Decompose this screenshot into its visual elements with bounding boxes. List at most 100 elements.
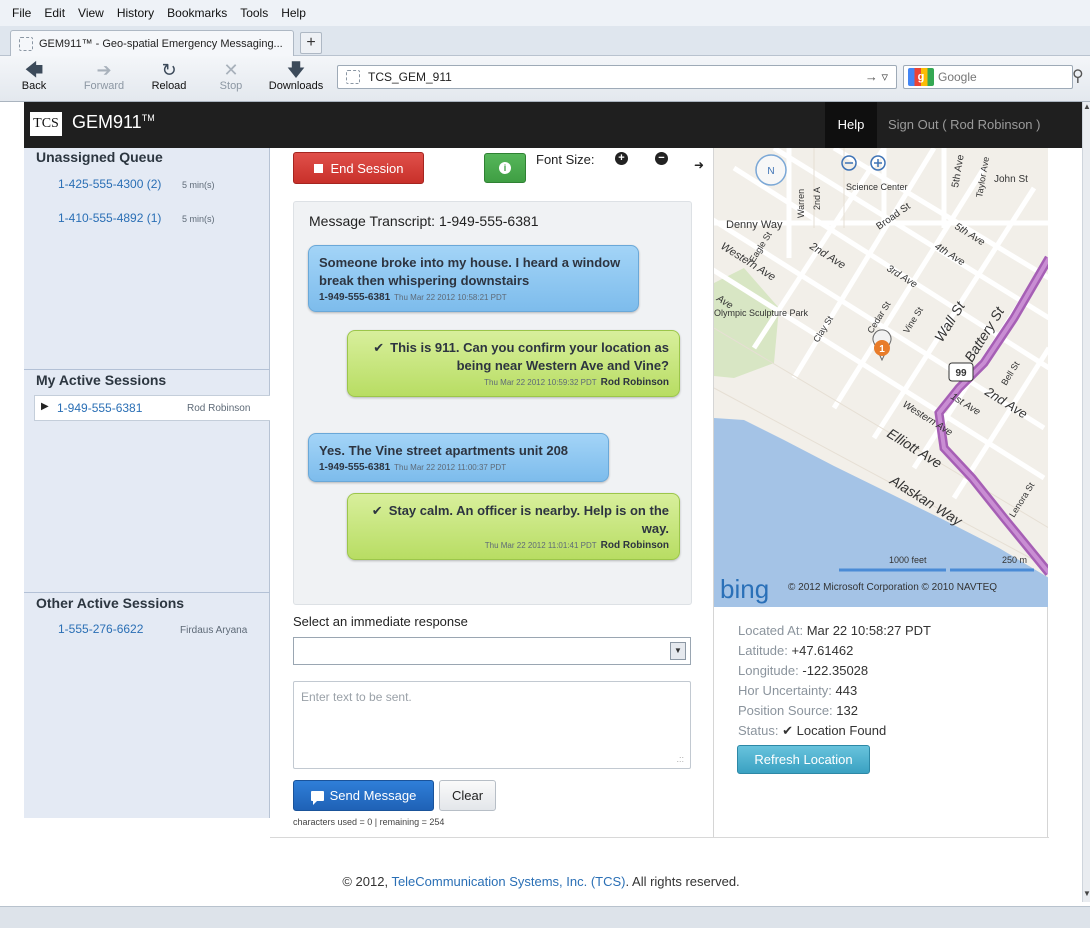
new-tab-button[interactable]: + (300, 32, 322, 54)
location-map[interactable]: 99 John St 2nd A Warren Denny Way Broad … (713, 148, 1048, 607)
forward-button[interactable]: ➔ Forward (76, 60, 132, 98)
other-session-agent: Firdaus Aryana (180, 625, 248, 636)
active-session-row[interactable]: ▶ 1-949-555-6381 Rod Robinson (34, 395, 270, 421)
resize-grip-icon[interactable]: .:: (676, 754, 684, 764)
position-source-row: Position Source: 132 (738, 703, 858, 718)
send-message-button[interactable]: Send Message (293, 780, 434, 811)
stop-label: Stop (219, 80, 243, 92)
browser-navbar: 🡄 Back ➔ Forward ↻ Reload ✕ Stop 🡇 Downl… (0, 56, 1090, 102)
brand-name: GEM911 (72, 112, 142, 132)
session-queue-panel: Unassigned Queue 1-425-555-4300 (2) 5 mi… (24, 148, 270, 818)
search-box[interactable]: g Google (903, 65, 1073, 89)
scroll-up-icon[interactable]: ▲ (1083, 102, 1090, 111)
page-scrollbar[interactable]: ▲ ▼ (1082, 102, 1090, 902)
scroll-down-icon[interactable]: ▼ (1083, 889, 1090, 898)
menu-history[interactable]: History (117, 6, 154, 20)
street-label: 2nd A (812, 187, 822, 210)
message-meta: Thu Mar 22 2012 10:59:32 PDT Rod Robinson (358, 377, 669, 388)
position-source-label: Position Source: (738, 703, 833, 718)
address-favicon-icon (346, 70, 360, 84)
refresh-location-button[interactable]: Refresh Location (737, 745, 870, 774)
forward-label: Forward (83, 80, 125, 92)
message-timestamp: Thu Mar 22 2012 11:00:37 PDT (394, 463, 507, 472)
street-label: John St (994, 174, 1028, 185)
reload-button[interactable]: ↻ Reload (146, 60, 192, 98)
latitude-value: +47.61462 (791, 643, 854, 658)
active-session-number[interactable]: 1-949-555-6381 (57, 401, 142, 415)
collapse-map-arrow-icon[interactable]: ➜ (694, 158, 704, 172)
message-meta: 1-949-555-6381 Thu Mar 22 2012 10:58:21 P… (319, 292, 628, 303)
downloads-label: Downloads (268, 80, 324, 92)
latitude-label: Latitude: (738, 643, 788, 658)
dropdown-arrow-icon[interactable]: ▼ (670, 642, 686, 660)
message-text: Someone broke into my house. I heard a w… (319, 255, 621, 288)
back-button[interactable]: 🡄 Back (14, 60, 54, 98)
status-check-icon: ✔ (782, 723, 793, 738)
queue-item[interactable]: 1-425-555-4300 (2) (58, 177, 161, 191)
location-details-panel: Located At: Mar 22 10:58:27 PDT Latitude… (713, 607, 1048, 838)
map-canvas[interactable]: 99 John St 2nd A Warren Denny Way Broad … (714, 148, 1048, 607)
other-session-number[interactable]: 1-555-276-6622 (58, 622, 143, 636)
longitude-label: Longitude: (738, 663, 799, 678)
font-increase-icon[interactable]: + (615, 152, 628, 165)
send-message-label: Send Message (329, 788, 417, 803)
unassigned-queue-title: Unassigned Queue (36, 149, 163, 165)
end-session-button[interactable]: End Session (293, 152, 424, 184)
font-decrease-icon[interactable]: − (655, 152, 668, 165)
queue-item-number[interactable]: 1-410-555-4892 (1) (58, 211, 161, 225)
message-body: Stay calm. An officer is nearby. Help is… (388, 503, 669, 536)
clear-button[interactable]: Clear (439, 780, 496, 811)
stop-square-icon (313, 163, 323, 173)
latitude-row: Latitude: +47.61462 (738, 643, 853, 658)
footer-company-link[interactable]: TeleCommunication Systems, Inc. (TCS) (391, 874, 625, 889)
menu-help[interactable]: Help (281, 6, 306, 20)
longitude-value: -122.35028 (802, 663, 869, 678)
downloads-button[interactable]: 🡇 Downloads (264, 60, 328, 98)
trademark-mark: TM (141, 113, 155, 123)
street-label: Denny Way (726, 219, 783, 231)
highway-99-label: 99 (955, 368, 967, 379)
google-search-engine-icon[interactable]: g (908, 68, 934, 86)
street-label: Warren (796, 189, 806, 218)
menu-edit[interactable]: Edit (44, 6, 65, 20)
search-magnifier-icon[interactable]: ⚲ (1072, 66, 1084, 86)
other-session-row[interactable]: 1-555-276-6622 (58, 622, 143, 636)
reload-label: Reload (151, 80, 187, 92)
uncertainty-label: Hor Uncertainty: (738, 683, 832, 698)
menu-file[interactable]: File (12, 6, 31, 20)
end-session-label: End Session (330, 160, 404, 176)
info-button[interactable]: i (484, 153, 526, 183)
menu-tools[interactable]: Tools (240, 6, 268, 20)
active-session-agent: Rod Robinson (187, 403, 251, 414)
message-input-placeholder: Enter text to be sent. (301, 690, 412, 704)
go-arrow-icon[interactable]: → ▿ (865, 69, 888, 85)
message-text: Yes. The Vine street apartments unit 208 (319, 443, 569, 458)
other-active-sessions-title: Other Active Sessions (36, 595, 185, 611)
message-body: This is 911. Can you confirm your locati… (390, 340, 669, 373)
located-at-row: Located At: Mar 22 10:58:27 PDT (738, 623, 931, 638)
located-at-value: Mar 22 10:58:27 PDT (806, 623, 931, 638)
queue-item[interactable]: 1-410-555-4892 (1) (58, 211, 161, 225)
sign-out-link[interactable]: Sign Out ( Rod Robinson ) (888, 117, 1040, 132)
back-arrow-icon: 🡄 (24, 60, 44, 80)
immediate-response-select[interactable]: ▼ (293, 637, 691, 665)
browser-tab-title: GEM911™ - Geo-spatial Emergency Messagin… (39, 37, 283, 50)
transcript-title: Message Transcript: 1-949-555-6381 (309, 213, 539, 229)
queue-item-number[interactable]: 1-425-555-4300 (2) (58, 177, 161, 191)
footer-suffix: . All rights reserved. (625, 874, 740, 889)
address-bar[interactable]: TCS_GEM_911 → ▿ (337, 65, 897, 89)
message-sender: Rod Robinson (600, 540, 669, 551)
help-link[interactable]: Help (825, 102, 877, 148)
delivered-check-icon: ✔ (371, 503, 383, 518)
browser-tabstrip: GEM911™ - Geo-spatial Emergency Messagin… (0, 26, 1090, 56)
immediate-response-label: Select an immediate response (293, 614, 468, 629)
message-input[interactable]: Enter text to be sent. .:: (293, 681, 691, 769)
browser-tab-active[interactable]: GEM911™ - Geo-spatial Emergency Messagin… (10, 30, 294, 56)
menu-view[interactable]: View (78, 6, 104, 20)
font-size-label: Font Size: (536, 152, 595, 167)
stop-button[interactable]: ✕ Stop (214, 60, 248, 98)
status-row: Status: ✔ Location Found (738, 723, 886, 739)
agent-message: ✔ Stay calm. An officer is nearby. Help i… (347, 493, 680, 560)
menu-bookmarks[interactable]: Bookmarks (167, 6, 227, 20)
footer-prefix: © 2012, (342, 874, 392, 889)
